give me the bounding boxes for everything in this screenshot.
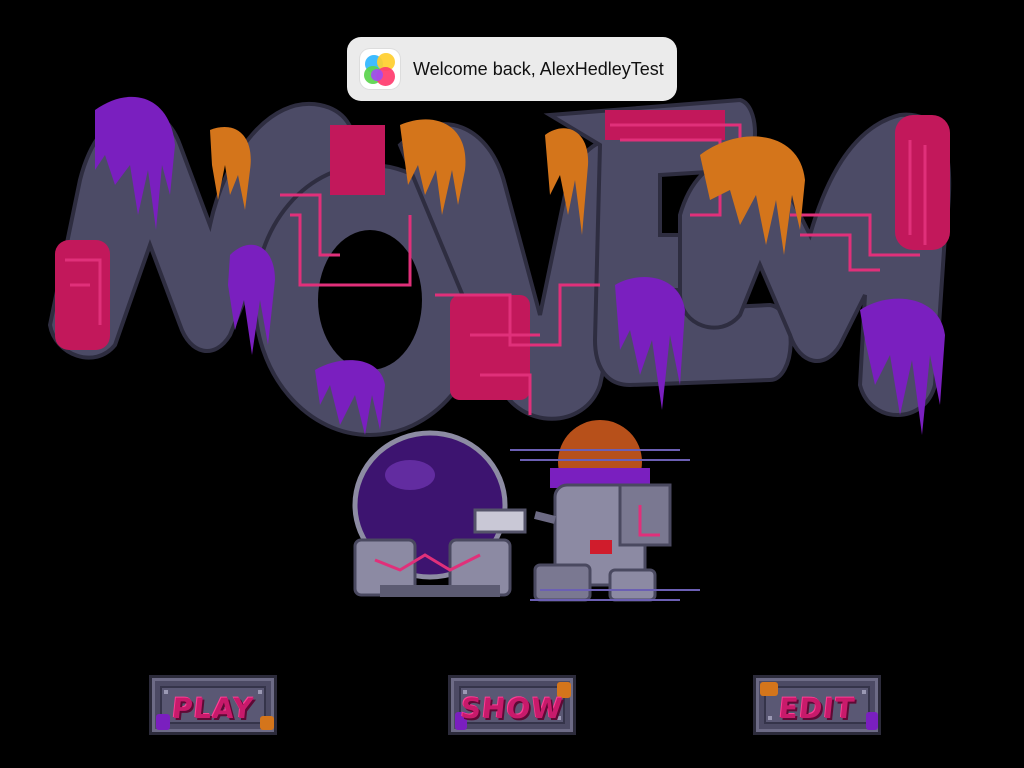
game-screen: Welcome back, AlexHedleyTest PLAY SHOW E… xyxy=(0,0,1024,768)
welcome-message: Welcome back, AlexHedleyTest xyxy=(413,58,664,79)
play-button-label: PLAY xyxy=(170,692,256,725)
show-button-label: SHOW xyxy=(459,692,565,725)
edit-button[interactable]: EDIT xyxy=(753,675,881,735)
game-center-icon xyxy=(360,49,400,89)
play-button[interactable]: PLAY xyxy=(149,675,277,735)
title-logo xyxy=(47,96,952,437)
edit-button-label: EDIT xyxy=(777,692,857,725)
show-button[interactable]: SHOW xyxy=(448,675,576,735)
game-center-banner: Welcome back, AlexHedleyTest xyxy=(347,37,677,101)
robot-characters xyxy=(352,420,700,602)
